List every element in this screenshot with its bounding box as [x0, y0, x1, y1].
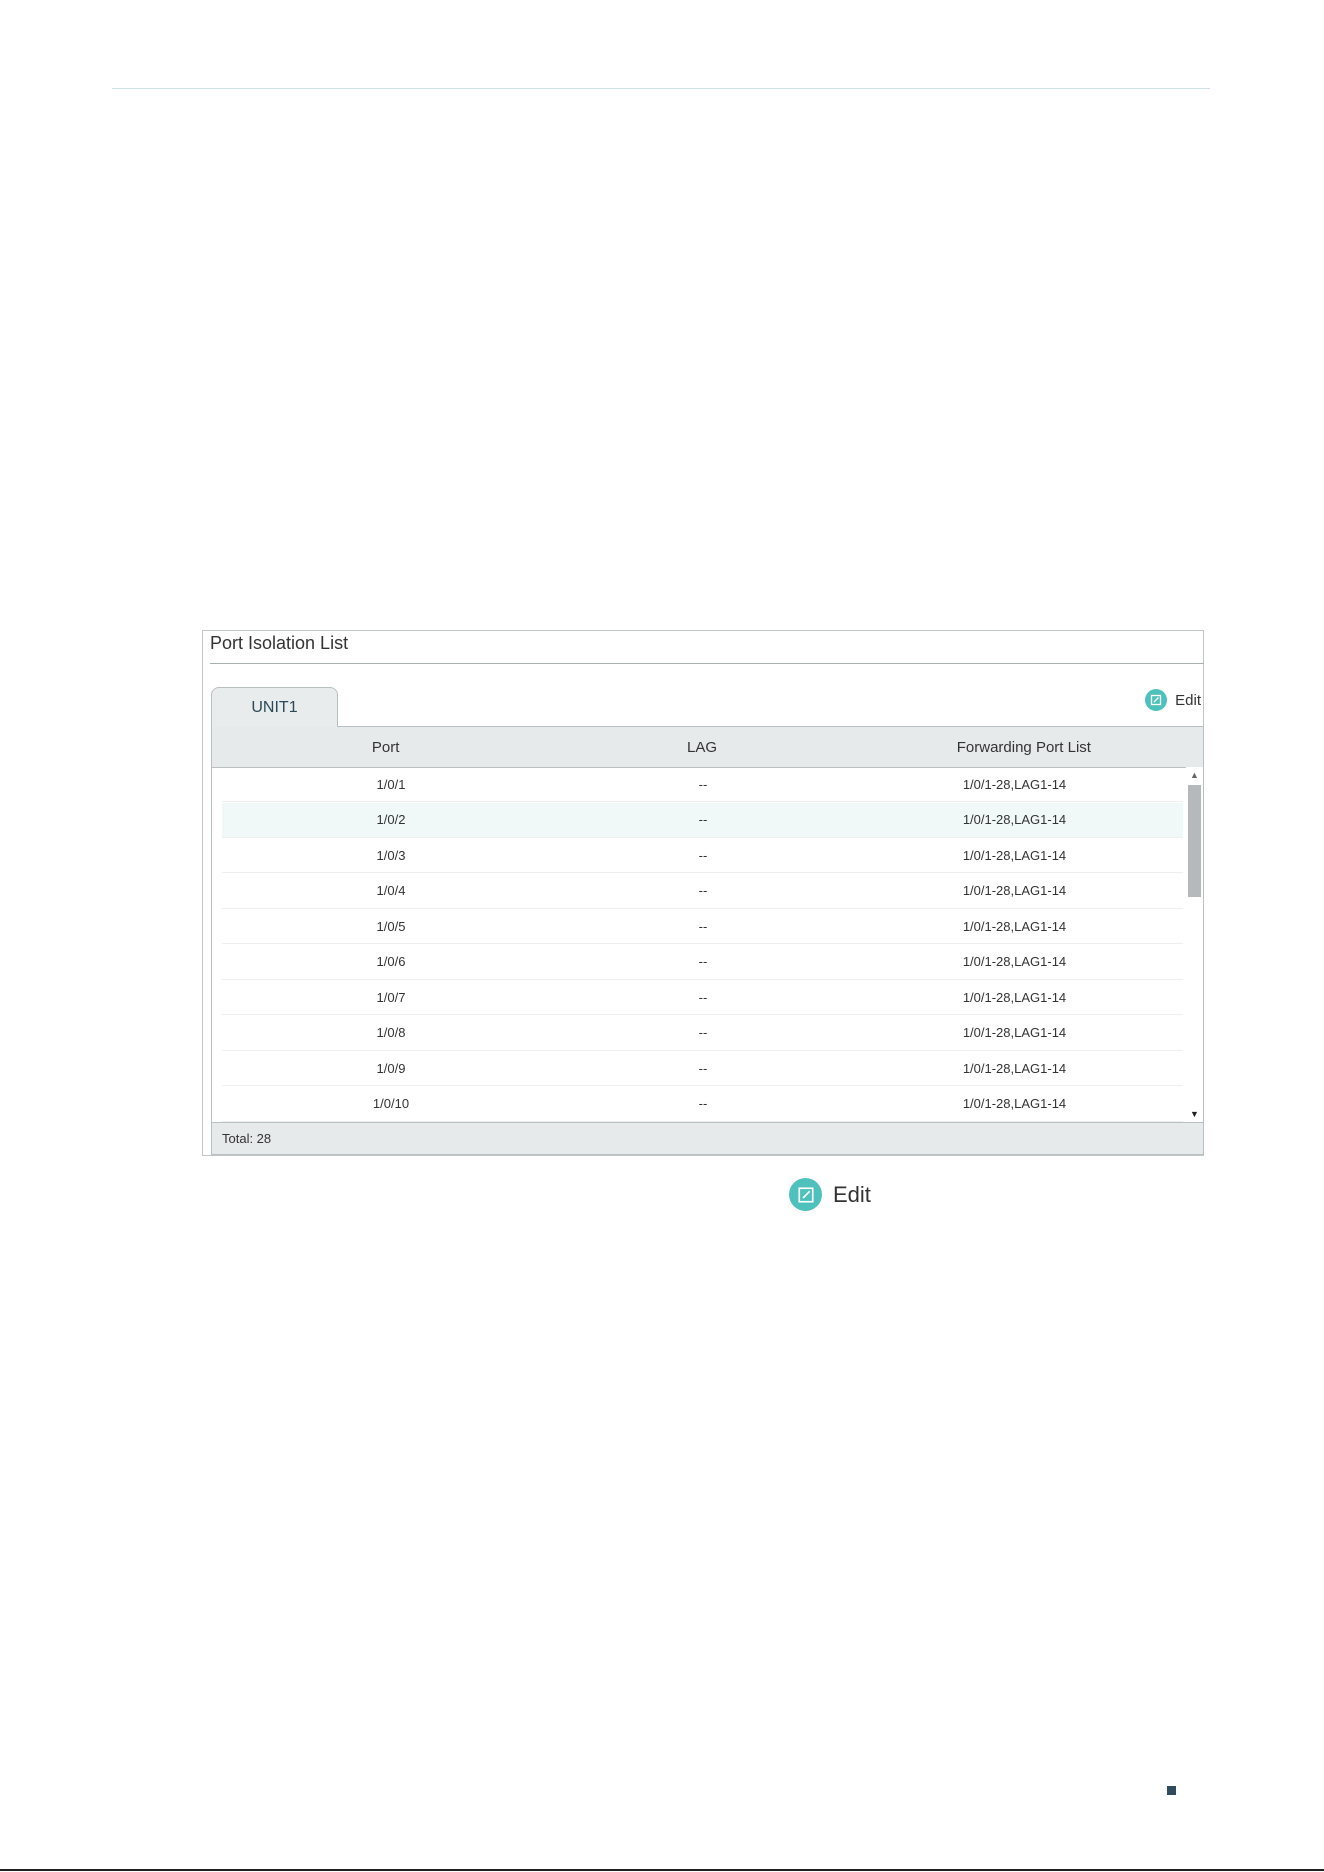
cell-port: 1/0/6	[376, 954, 406, 969]
table-row[interactable]: 1/0/10 -- 1/0/1-28,LAG1-14	[222, 1087, 1183, 1122]
table-row[interactable]: 1/0/6 -- 1/0/1-28,LAG1-14	[222, 945, 1183, 980]
cell-port: 1/0/9	[376, 1060, 406, 1076]
page-marker	[1167, 1786, 1176, 1795]
cell-port: 1/0/5	[376, 918, 406, 934]
cell-port: 1/0/8	[376, 1025, 406, 1040]
edit-label: Edit	[1175, 691, 1201, 709]
cell-lag: --	[698, 954, 708, 969]
cell-port: 1/0/3	[376, 847, 406, 863]
cell-lag: --	[698, 883, 708, 898]
cell-lag: --	[698, 812, 708, 827]
column-header-port[interactable]: Port	[212, 739, 559, 756]
header-rule	[112, 88, 1210, 89]
table-row[interactable]: 1/0/9 -- 1/0/1-28,LAG1-14	[222, 1051, 1183, 1086]
scroll-up-arrow-icon[interactable]: ▲	[1186, 767, 1203, 783]
cell-port: 1/0/2	[376, 812, 406, 827]
total-count: Total: 28	[222, 1131, 272, 1146]
panel-title: Port Isolation List	[210, 633, 349, 653]
cell-lag: --	[698, 918, 708, 934]
table-row[interactable]: 1/0/8 -- 1/0/1-28,LAG1-14	[222, 1016, 1183, 1051]
cell-forwarding-port-list: 1/0/1-28,LAG1-14	[962, 776, 1067, 792]
edit-button[interactable]: Edit	[1145, 689, 1201, 711]
table-row[interactable]: 1/0/7 -- 1/0/1-28,LAG1-14	[222, 980, 1183, 1015]
cell-forwarding-port-list: 1/0/1-28,LAG1-14	[962, 1060, 1067, 1076]
cell-lag: --	[698, 1025, 708, 1040]
cell-lag: --	[698, 776, 708, 792]
table-header: Port LAG Forwarding Port List	[212, 727, 1203, 768]
table-row[interactable]: 1/0/4 -- 1/0/1-28,LAG1-14	[222, 874, 1183, 909]
cell-forwarding-port-list: 1/0/1-28,LAG1-14	[962, 847, 1067, 863]
edit-icon	[789, 1178, 822, 1211]
port-isolation-panel: Port Isolation List UNIT1 Edit Port LAG …	[202, 630, 1204, 1156]
cell-forwarding-port-list: 1/0/1-28,LAG1-14	[962, 918, 1067, 934]
cell-forwarding-port-list: 1/0/1-28,LAG1-14	[962, 812, 1067, 827]
table-row[interactable]: 1/0/2 -- 1/0/1-28,LAG1-14	[222, 802, 1183, 838]
cell-forwarding-port-list: 1/0/1-28,LAG1-14	[962, 1096, 1067, 1111]
tab-unit1[interactable]: UNIT1	[211, 687, 338, 727]
cell-forwarding-port-list: 1/0/1-28,LAG1-14	[962, 954, 1067, 969]
cell-lag: --	[698, 1096, 708, 1111]
table-row[interactable]: 1/0/3 -- 1/0/1-28,LAG1-14	[222, 838, 1183, 873]
table-row[interactable]: 1/0/1 -- 1/0/1-28,LAG1-14	[222, 767, 1183, 802]
cell-port: 1/0/1	[376, 776, 406, 792]
cell-port: 1/0/10	[372, 1096, 410, 1111]
cell-forwarding-port-list: 1/0/1-28,LAG1-14	[962, 1025, 1067, 1040]
table-row[interactable]: 1/0/5 -- 1/0/1-28,LAG1-14	[222, 909, 1183, 944]
column-header-lag[interactable]: LAG	[559, 739, 844, 756]
cell-port: 1/0/4	[376, 883, 406, 898]
cell-port: 1/0/7	[376, 989, 406, 1005]
edit-caption: Edit	[789, 1178, 871, 1211]
cell-lag: --	[698, 847, 708, 863]
edit-caption-label: Edit	[833, 1181, 871, 1207]
edit-icon	[1145, 689, 1168, 711]
cell-lag: --	[698, 989, 708, 1005]
table-body: 1/0/1 -- 1/0/1-28,LAG1-14 1/0/2 -- 1/0/1-28,L…	[212, 767, 1203, 1122]
scroll-thumb[interactable]	[1188, 785, 1201, 897]
footer-rule	[0, 1869, 1324, 1871]
cell-lag: --	[698, 1060, 708, 1076]
cell-forwarding-port-list: 1/0/1-28,LAG1-14	[962, 883, 1067, 898]
scroll-down-arrow-icon[interactable]: ▼	[1186, 1106, 1203, 1122]
title-divider	[210, 663, 1204, 664]
column-header-forwarding-port-list[interactable]: Forwarding Port List	[845, 739, 1203, 756]
table-scrollbar[interactable]: ▲ ▼	[1186, 767, 1203, 1122]
cell-forwarding-port-list: 1/0/1-28,LAG1-14	[962, 989, 1067, 1005]
table-footer: Total: 28	[212, 1122, 1203, 1154]
port-isolation-table: Port LAG Forwarding Port List 1/0/1 -- 1/0…	[211, 726, 1204, 1155]
